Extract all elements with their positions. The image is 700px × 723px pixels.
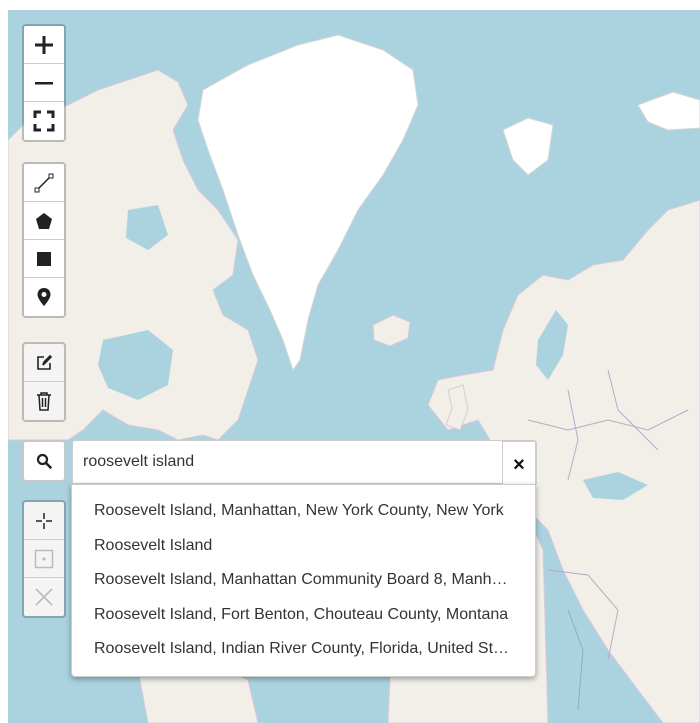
draw-marker-button[interactable] [24,278,64,316]
draw-polygon-button[interactable] [24,202,64,240]
close-icon: × [513,453,525,476]
search-input[interactable] [83,445,483,479]
fullscreen-icon [33,110,55,132]
x-icon [35,588,53,606]
draw-rectangle-button[interactable] [24,240,64,278]
center-button[interactable] [24,540,64,578]
target-icon [34,549,54,568]
locate-control-group [22,500,66,618]
plus-icon [35,35,53,54]
search-result-item[interactable]: Roosevelt Island, Indian River County, F… [72,632,535,667]
edit-layers-button[interactable] [24,344,64,382]
search-result-item[interactable]: Roosevelt Island, Fort Benton, Chouteau … [72,598,535,633]
crosshair-icon [36,512,52,529]
search-button[interactable] [22,440,66,482]
zoom-in-button[interactable] [24,26,64,64]
polyline-icon [34,173,54,192]
search-result-item[interactable]: Roosevelt Island, Manhattan Community Bo… [72,563,535,598]
fullscreen-button[interactable] [24,102,64,140]
edit-icon [37,354,53,370]
draw-toolbar [22,162,66,318]
map-pin-icon [37,288,51,306]
geocoder-control: × [22,440,537,489]
zoom-out-button[interactable] [24,64,64,102]
draw-polyline-button[interactable] [24,164,64,202]
minus-icon [35,81,53,84]
zoom-control-group [22,24,66,142]
clear-location-button[interactable] [24,578,64,616]
locate-button[interactable] [24,502,64,540]
delete-layers-button[interactable] [24,382,64,420]
search-result-item[interactable]: Roosevelt Island [72,529,535,564]
search-box: × [72,440,537,489]
clear-search-button[interactable]: × [502,441,536,489]
edit-toolbar [22,342,66,422]
search-result-item[interactable]: Roosevelt Island, Manhattan, New York Co… [72,494,535,529]
search-results-list: Roosevelt Island, Manhattan, New York Co… [71,484,536,677]
pentagon-icon [36,212,52,229]
square-icon [37,251,51,266]
trash-icon [37,392,51,411]
search-icon [36,453,52,469]
